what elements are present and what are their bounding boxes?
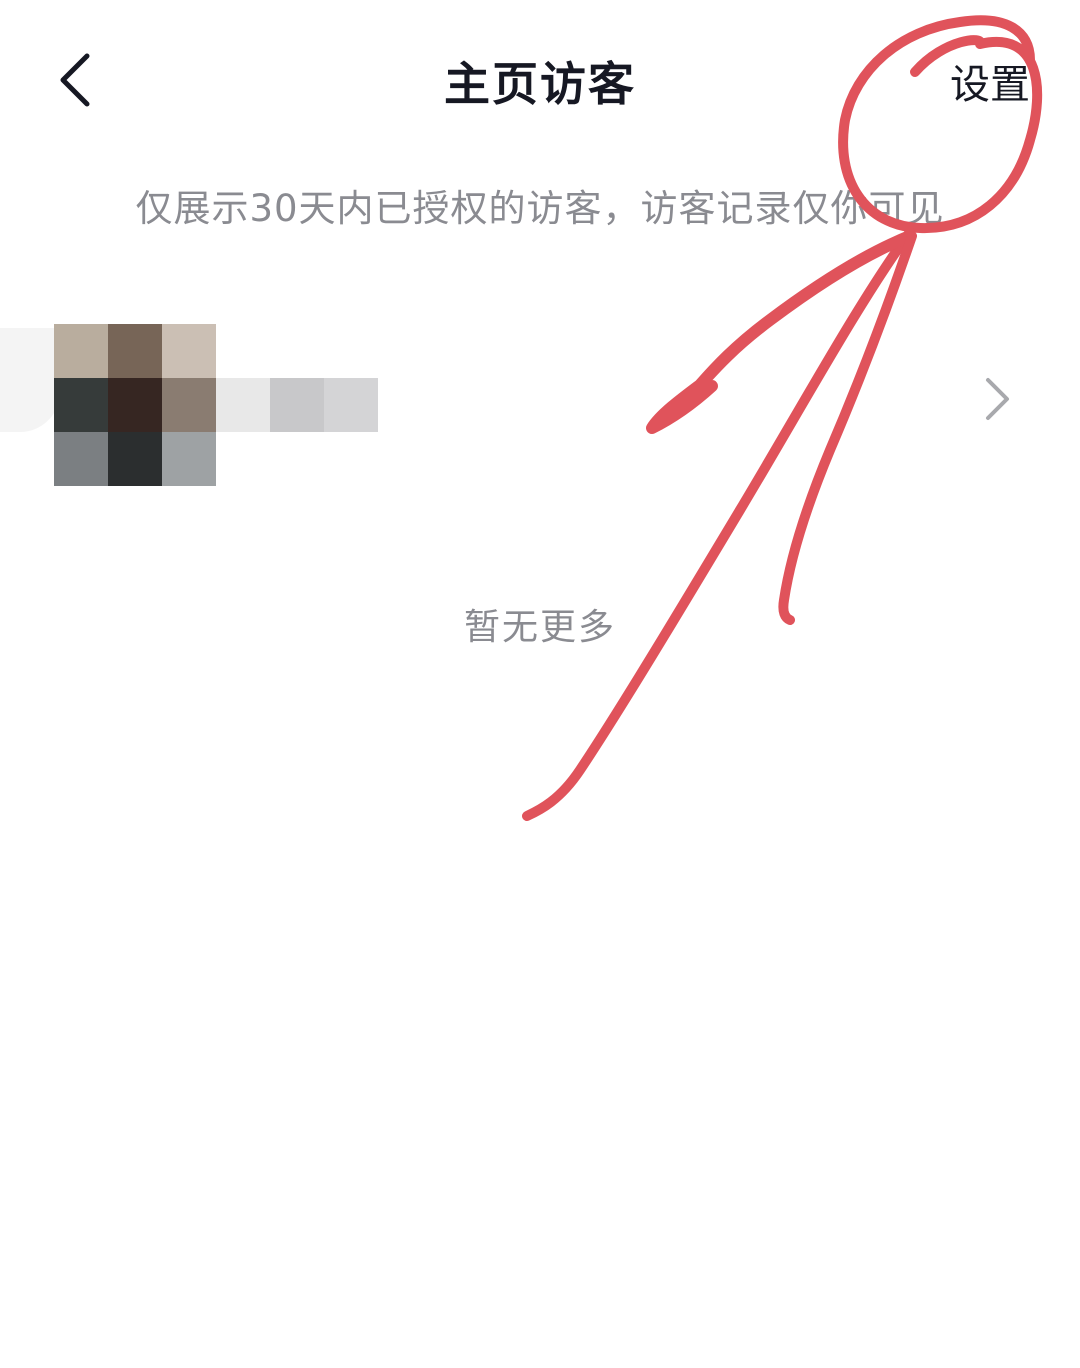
page-title: 主页访客	[444, 57, 636, 111]
no-more-text: 暂无更多	[463, 607, 616, 648]
chevron-right-icon	[986, 378, 1009, 420]
visitor-name-blurred	[324, 378, 378, 432]
settings-button[interactable]: 设置	[950, 52, 1030, 110]
avatar	[54, 324, 216, 486]
visitor-notice: 仅展示30天内已授权的访客，访客记录仅你可见	[135, 187, 945, 230]
visitor-name-blurred	[216, 378, 270, 432]
visitor-name-blurred	[270, 378, 324, 432]
name-blur-left	[0, 328, 60, 432]
top-nav-bar: 主页访客 设置	[0, 0, 1080, 160]
visitor-list-item[interactable]	[0, 300, 1080, 500]
